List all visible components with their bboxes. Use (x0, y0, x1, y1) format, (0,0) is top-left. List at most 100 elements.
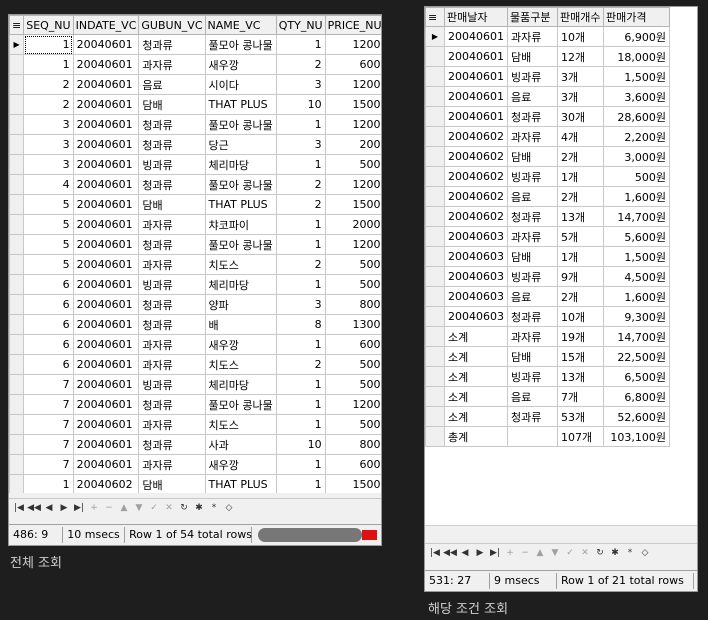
column-header[interactable]: SEQ_NU (23, 15, 74, 35)
table-cell[interactable]: 과자류 (507, 26, 558, 47)
table-cell[interactable]: 13개 (557, 366, 604, 387)
table-cell[interactable]: 4개 (557, 126, 604, 147)
table-cell[interactable]: 과자류 (138, 354, 206, 375)
table-row[interactable]: 7 20040601 청과류 사과 10 800 (9, 434, 381, 455)
table-row[interactable]: 5 20040601 과자류 치도스 2 500 (9, 254, 381, 275)
column-header[interactable]: 판매날자 (444, 7, 508, 27)
up-icon[interactable]: ▲ (533, 546, 547, 560)
table-cell[interactable]: 과자류 (138, 254, 206, 275)
row-indicator[interactable] (9, 374, 25, 395)
table-row[interactable]: 소계 과자류 19개 14,700원 (425, 326, 670, 347)
table-cell[interactable]: 3 (275, 74, 326, 95)
table-cell[interactable]: 5 (23, 234, 74, 255)
table-cell[interactable]: 2 (275, 174, 326, 195)
table-cell[interactable]: 30개 (557, 106, 604, 127)
table-row[interactable]: 총계 107개 103,100원 (425, 426, 670, 447)
column-header[interactable]: 판매개수 (557, 7, 604, 27)
table-cell[interactable]: 800 (324, 294, 381, 315)
table-row[interactable]: 6 20040601 빙과류 체리마당 1 500 (9, 274, 381, 295)
table-cell[interactable]: 20040601 (72, 234, 140, 255)
table-row[interactable]: 20040603 청과류 10개 9,300원 (425, 306, 670, 327)
table-cell[interactable]: 6 (23, 294, 74, 315)
table-cell[interactable]: 9개 (557, 266, 604, 287)
table-cell[interactable]: 20040602 (444, 166, 508, 187)
table-cell[interactable]: 6 (23, 354, 74, 375)
table-cell[interactable]: 20040601 (72, 134, 140, 155)
table-cell[interactable]: 음료 (507, 286, 558, 307)
table-cell[interactable]: 20040601 (72, 274, 140, 295)
table-row[interactable]: 20040601 빙과류 3개 1,500원 (425, 66, 670, 87)
table-cell[interactable]: 청과류 (507, 106, 558, 127)
table-cell[interactable]: 20040601 (444, 86, 508, 107)
table-cell[interactable]: 20040603 (444, 306, 508, 327)
table-row[interactable]: 20040603 담배 1개 1,500원 (425, 246, 670, 267)
table-cell[interactable]: 20040602 (444, 186, 508, 207)
table-cell[interactable]: 3개 (557, 86, 604, 107)
table-cell[interactable]: 9,300원 (603, 306, 670, 327)
row-indicator[interactable] (9, 234, 25, 255)
table-cell[interactable]: 1 (275, 154, 326, 175)
right-horizontal-scrollbar[interactable] (425, 525, 697, 538)
table-cell[interactable]: THAT PLUS (204, 194, 277, 215)
table-row[interactable]: 20040602 청과류 13개 14,700원 (425, 206, 670, 227)
table-cell[interactable]: 치도스 (204, 254, 277, 275)
table-cell[interactable]: 20040602 (444, 146, 508, 167)
table-cell[interactable]: 과자류 (507, 226, 558, 247)
refresh-icon[interactable]: ↻ (593, 546, 607, 560)
table-cell[interactable]: 청과류 (138, 174, 206, 195)
delete-icon[interactable]: − (102, 501, 116, 515)
table-cell[interactable]: 12개 (557, 46, 604, 67)
table-cell[interactable]: 빙과류 (507, 66, 558, 87)
table-cell[interactable]: 3 (23, 134, 74, 155)
row-indicator[interactable] (425, 106, 445, 127)
table-cell[interactable]: 600 (324, 54, 381, 75)
table-cell[interactable]: 20040601 (72, 94, 140, 115)
table-cell[interactable]: 1 (23, 54, 74, 75)
table-cell[interactable]: 사과 (204, 434, 277, 455)
last-icon[interactable]: ▶| (488, 546, 502, 560)
row-indicator[interactable] (425, 46, 445, 67)
table-cell[interactable]: 19개 (557, 326, 604, 347)
table-row[interactable]: 3 20040601 빙과류 체리마당 1 500 (9, 154, 381, 175)
table-cell[interactable]: 2,200원 (603, 126, 670, 147)
table-cell[interactable]: 과자류 (507, 326, 558, 347)
table-cell[interactable]: 2 (275, 354, 326, 375)
table-cell[interactable]: 20040601 (72, 354, 140, 375)
table-cell[interactable]: 1 (275, 474, 326, 493)
table-cell[interactable]: 풀모아 콩나물 (204, 34, 277, 55)
row-indicator[interactable] (9, 54, 25, 75)
table-cell[interactable]: 1 (275, 274, 326, 295)
table-cell[interactable]: 담배 (507, 346, 558, 367)
table-cell[interactable]: 청과류 (138, 34, 206, 55)
table-cell[interactable]: 새우깡 (204, 334, 277, 355)
table-cell[interactable]: 2000 (324, 214, 381, 235)
table-cell[interactable]: 풀모아 콩나물 (204, 234, 277, 255)
table-cell[interactable]: 2개 (557, 146, 604, 167)
up-icon[interactable]: ▲ (117, 501, 131, 515)
table-cell[interactable]: 챠코파이 (204, 214, 277, 235)
row-indicator[interactable] (425, 346, 445, 367)
table-cell[interactable]: 2개 (557, 286, 604, 307)
table-row[interactable]: 소계 음료 7개 6,800원 (425, 386, 670, 407)
table-cell[interactable] (507, 426, 558, 447)
row-indicator[interactable] (9, 94, 25, 115)
table-cell[interactable]: 1개 (557, 246, 604, 267)
table-cell[interactable]: 6 (23, 274, 74, 295)
table-cell[interactable]: 치도스 (204, 354, 277, 375)
table-cell[interactable]: 3 (23, 114, 74, 135)
table-cell[interactable]: 5 (23, 214, 74, 235)
table-cell[interactable]: 빙과류 (138, 154, 206, 175)
table-cell[interactable]: 과자류 (138, 414, 206, 435)
table-cell[interactable]: 1 (275, 374, 326, 395)
table-cell[interactable]: 14,700원 (603, 206, 670, 227)
table-row[interactable]: 6 20040601 과자류 치도스 2 500 (9, 354, 381, 375)
table-cell[interactable]: 총계 (444, 426, 508, 447)
table-cell[interactable]: 20040603 (444, 226, 508, 247)
post-icon[interactable]: ✓ (147, 501, 161, 515)
table-cell[interactable]: 소계 (444, 366, 508, 387)
table-row[interactable]: 20040603 빙과류 9개 4,500원 (425, 266, 670, 287)
table-cell[interactable]: 청과류 (507, 206, 558, 227)
prev-icon[interactable]: ◀ (458, 546, 472, 560)
row-indicator[interactable] (425, 366, 445, 387)
table-cell[interactable]: 음료 (507, 86, 558, 107)
